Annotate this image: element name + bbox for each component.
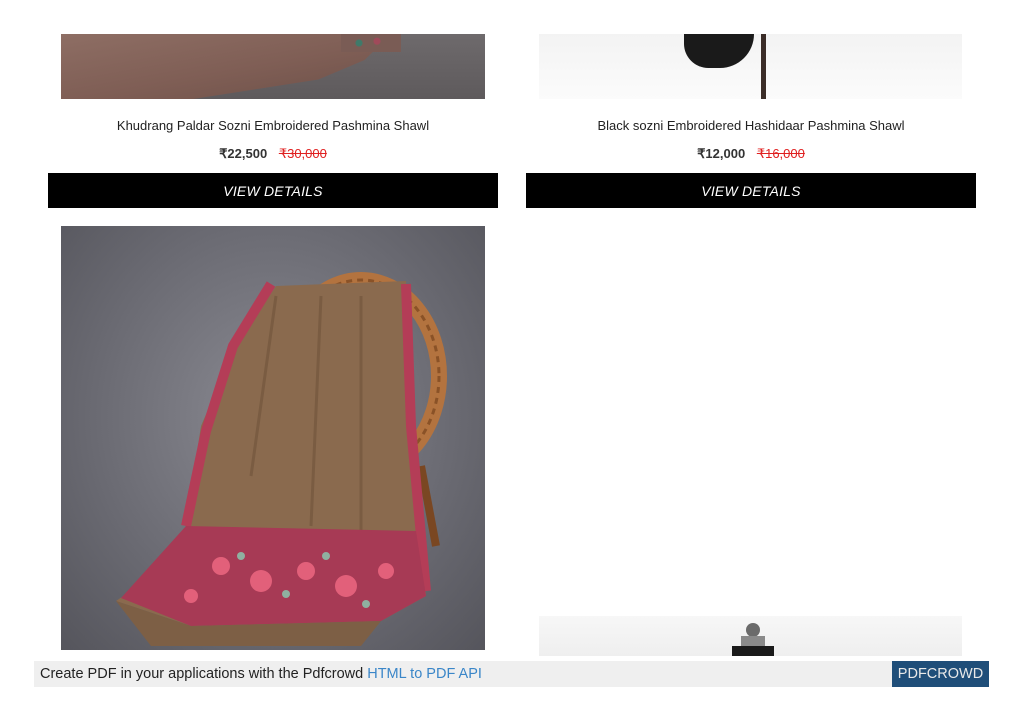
banner-text: Create PDF in your applications with the… bbox=[40, 666, 482, 682]
pdfcrowd-banner: Create PDF in your applications with the… bbox=[34, 661, 989, 687]
view-details-button[interactable]: VIEW DETAILS bbox=[48, 173, 498, 208]
banner-message: Create PDF in your applications with the… bbox=[40, 666, 368, 682]
price-row: ₹22,500 ₹30,000 bbox=[48, 146, 498, 162]
product-title[interactable]: Khudrang Paldar Sozni Embroidered Pashmi… bbox=[48, 118, 498, 133]
price-row: ₹12,000 ₹16,000 bbox=[526, 146, 976, 162]
sale-price: ₹12,000 bbox=[697, 146, 746, 161]
shawl-chair-illustration bbox=[116, 272, 447, 646]
view-details-button[interactable]: VIEW DETAILS bbox=[526, 173, 976, 208]
product-image-next[interactable] bbox=[539, 616, 962, 656]
product-image-black-sozni[interactable] bbox=[539, 34, 962, 99]
product-image-khudrang[interactable] bbox=[61, 34, 485, 99]
html-to-pdf-link[interactable]: HTML to PDF API bbox=[367, 666, 482, 682]
stand-cap bbox=[741, 636, 765, 646]
black-shawl bbox=[684, 34, 754, 68]
original-price: ₹30,000 bbox=[278, 146, 327, 161]
product-title[interactable]: Black sozni Embroidered Hashidaar Pashmi… bbox=[526, 118, 976, 133]
product-image-shawl-on-chair[interactable] bbox=[61, 226, 485, 650]
pdfcrowd-logo-button[interactable]: PDFCROWD bbox=[892, 661, 989, 687]
stand-top-illustration bbox=[732, 623, 774, 656]
sale-price: ₹22,500 bbox=[219, 146, 268, 161]
embroidery-detail bbox=[341, 34, 401, 52]
black-shawl-top bbox=[732, 646, 774, 656]
original-price: ₹16,000 bbox=[756, 146, 805, 161]
display-stand bbox=[761, 34, 766, 99]
stand-knob bbox=[746, 623, 760, 637]
